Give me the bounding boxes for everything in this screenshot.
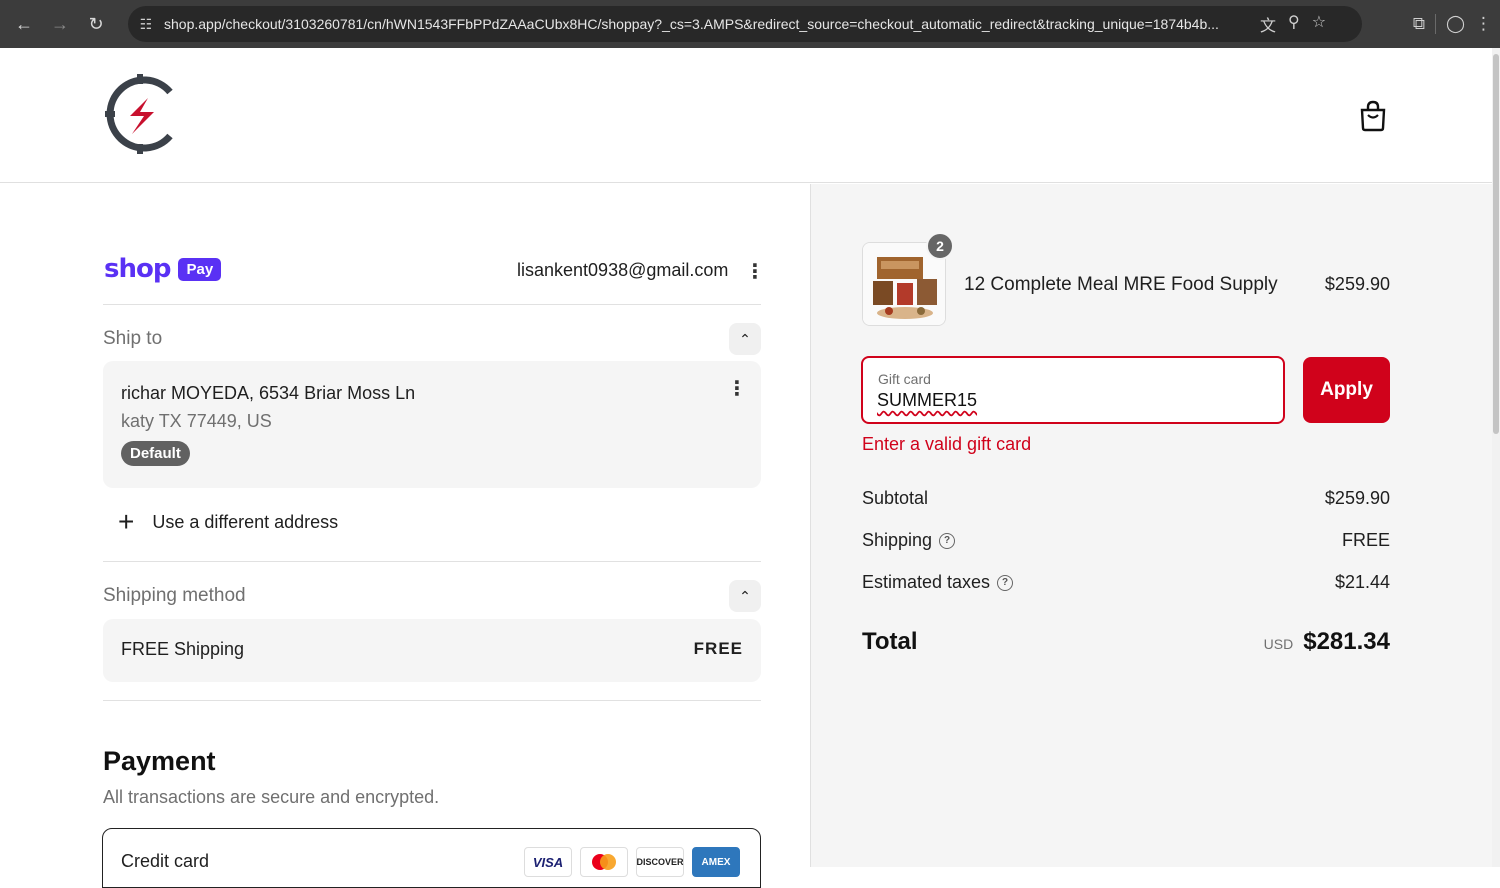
gift-card-input[interactable]: Gift card SUMMER15	[861, 356, 1285, 424]
page-scrollbar[interactable]	[1492, 48, 1500, 867]
profile-icon[interactable]: ◯	[1446, 14, 1465, 34]
total-value: USD $281.34	[1264, 628, 1390, 656]
ship-to-title: Ship to	[103, 328, 163, 349]
browser-toolbar: ← → ↻ ☷ shop.app/checkout/3103260781/cn/…	[0, 0, 1500, 48]
shipping-option[interactable]: FREE Shipping FREE	[103, 619, 761, 682]
gift-card-label: Gift card	[878, 371, 931, 387]
scrollbar-thumb[interactable]	[1493, 54, 1499, 434]
amex-icon: AMEX	[692, 847, 740, 877]
shipping-method-collapse-button[interactable]: ⌃	[729, 580, 761, 612]
gift-card-error: Enter a valid gift card	[862, 434, 1032, 454]
url-text[interactable]: shop.app/checkout/3103260781/cn/hWN1543F…	[164, 16, 1254, 32]
subtotal-value: $259.90	[1324, 488, 1390, 508]
use-different-address-label: Use a different address	[152, 511, 339, 532]
shop-pay-badge: Pay	[178, 257, 222, 281]
address-card[interactable]: richar MOYEDA, 6534 Briar Moss Ln katy T…	[103, 361, 761, 488]
quantity-badge: 2	[926, 232, 954, 260]
address-menu-icon[interactable]: ⋮	[727, 379, 747, 399]
address-bar[interactable]: ☷ shop.app/checkout/3103260781/cn/hWN154…	[128, 6, 1362, 42]
taxes-value: $21.44	[1334, 572, 1390, 592]
plus-icon: +	[118, 506, 135, 537]
shop-pay-logo: shop Pay	[104, 254, 222, 284]
chevron-up-icon: ⌃	[739, 330, 751, 347]
toolbar-divider	[1434, 14, 1436, 34]
discover-icon: DISCOVER	[636, 847, 684, 877]
visa-icon: VISA	[524, 847, 572, 877]
total-amount: $281.34	[1303, 628, 1390, 655]
zoom-icon[interactable]: ⚲	[1288, 12, 1300, 36]
checkout-form: shop Pay lisankent0938@gmail.com ⋮ Ship …	[0, 184, 810, 888]
default-badge: Default	[121, 441, 190, 466]
shipping-label: Shipping ?	[862, 530, 956, 551]
currency-code: USD	[1263, 636, 1294, 652]
shipping-option-name: FREE Shipping	[121, 639, 245, 659]
reload-icon[interactable]: ↻	[78, 6, 114, 42]
shipping-method-title: Shipping method	[103, 585, 246, 606]
shopping-bag-icon[interactable]	[1358, 100, 1388, 132]
shop-pay-wordmark: shop	[104, 254, 171, 284]
address-line-2: katy TX 77449, US	[121, 411, 272, 431]
help-icon[interactable]: ?	[997, 574, 1014, 591]
product-name: 12 Complete Meal MRE Food Supply	[964, 274, 1278, 295]
forward-icon[interactable]: →	[42, 6, 78, 42]
subtotal-label: Subtotal	[862, 488, 929, 508]
help-icon[interactable]: ?	[939, 532, 956, 549]
total-label: Total	[862, 628, 918, 655]
menu-icon[interactable]: ⋮	[1475, 14, 1492, 34]
order-summary: 2 12 Complete Meal MRE Food Supply $259.…	[810, 184, 1492, 867]
payment-subtitle: All transactions are secure and encrypte…	[103, 787, 440, 807]
extensions-icon[interactable]: ⧉	[1413, 14, 1425, 34]
divider	[103, 561, 761, 562]
gift-card-value[interactable]: SUMMER15	[877, 390, 977, 411]
use-different-address-button[interactable]: + Use a different address	[118, 508, 338, 536]
mastercard-icon	[580, 847, 628, 877]
product-price: $259.90	[1324, 274, 1390, 294]
account-menu-icon[interactable]: ⋮	[745, 262, 765, 282]
address-line-1: richar MOYEDA, 6534 Briar Moss Ln	[121, 383, 416, 403]
store-logo[interactable]	[100, 72, 180, 156]
apply-button[interactable]: Apply	[1303, 357, 1390, 423]
checkout-header	[0, 48, 1492, 183]
site-info-icon[interactable]: ☷	[128, 16, 164, 33]
credit-card-label: Credit card	[121, 851, 210, 871]
ship-to-collapse-button[interactable]: ⌃	[729, 323, 761, 355]
shipping-value: FREE	[1341, 530, 1390, 550]
bookmark-star-icon[interactable]: ☆	[1312, 12, 1326, 36]
payment-title: Payment	[103, 746, 216, 776]
shipping-option-price: FREE	[693, 639, 743, 658]
account-email: lisankent0938@gmail.com	[517, 260, 729, 280]
divider	[103, 304, 761, 305]
back-icon[interactable]: ←	[6, 6, 42, 42]
credit-card-option[interactable]: Credit card VISA DISCOVER AMEX	[102, 828, 761, 888]
chevron-up-icon: ⌃	[739, 587, 751, 604]
translate-icon[interactable]: 文	[1260, 12, 1276, 36]
taxes-label: Estimated taxes ?	[862, 572, 1014, 593]
divider	[103, 700, 761, 701]
